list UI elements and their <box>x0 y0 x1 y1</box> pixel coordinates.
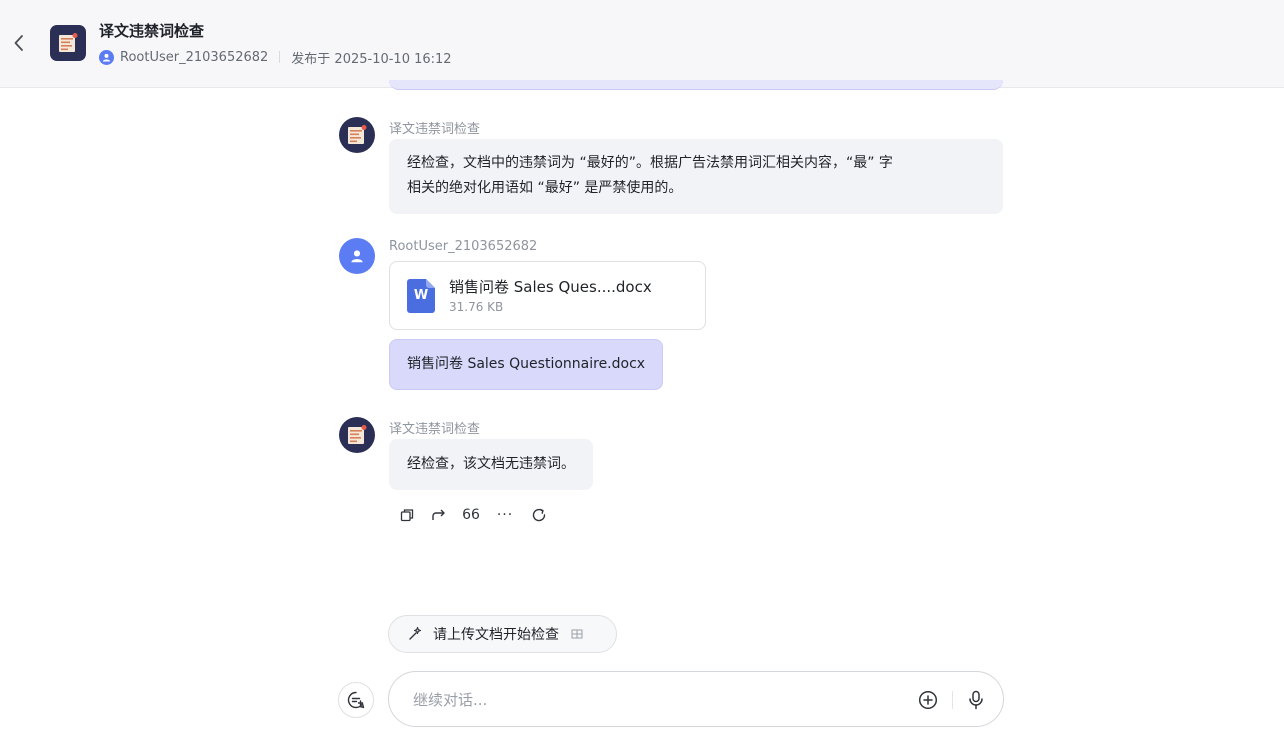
message-actions: 66 ··· <box>397 505 549 525</box>
publish-meta: RootUser_2103652682 发布于 2025-10-10 16:12 <box>99 48 452 67</box>
regenerate-button[interactable] <box>529 505 549 525</box>
plus-circle-icon <box>918 690 938 710</box>
previous-message-edge <box>389 80 1003 90</box>
bot-avatar <box>339 117 375 153</box>
document-check-icon <box>59 33 78 52</box>
bot-message-bubble: 经检查，该文档无违禁词。 <box>389 439 593 490</box>
upload-button[interactable] <box>917 689 939 711</box>
suggestion-label: 请上传文档开始检查 <box>433 627 559 643</box>
refresh-icon <box>532 508 546 522</box>
meta-divider <box>279 51 281 63</box>
author-name: RootUser_2103652682 <box>120 49 269 65</box>
bot-avatar <box>339 417 375 453</box>
document-check-icon <box>348 125 367 144</box>
copy-icon <box>400 509 414 522</box>
new-chat-button[interactable] <box>338 682 374 718</box>
chat-input-box <box>388 671 1004 727</box>
page-title: 译文违禁词检查 <box>99 22 205 40</box>
quote-button[interactable]: 66 <box>461 505 481 525</box>
user-avatar <box>339 238 375 274</box>
sparkle-icon <box>409 626 422 640</box>
file-size: 31.76 KB <box>449 300 504 314</box>
user-icon <box>99 49 114 65</box>
word-file-letter: W <box>413 288 429 303</box>
voice-input-button[interactable] <box>965 688 987 712</box>
suggestion-chip[interactable]: 请上传文档开始检查 <box>388 615 617 653</box>
message-sender: RootUser_2103652682 <box>389 239 538 254</box>
user-message-bubble: 销售问卷 Sales Questionnaire.docx <box>389 339 664 390</box>
chat-input[interactable] <box>413 688 893 712</box>
share-icon <box>432 509 445 520</box>
app-header: 译文违禁词检查 RootUser_2103652682 发布于 2025-10-… <box>0 0 1284 88</box>
document-check-icon <box>348 425 367 444</box>
message-sender: 译文违禁词检查 <box>389 122 481 137</box>
app-logo <box>50 25 86 61</box>
publish-date: 发布于 2025-10-10 16:12 <box>291 51 452 67</box>
message-text: 经检查，该文档无违禁词。 <box>407 456 575 472</box>
copy-button[interactable] <box>397 505 417 525</box>
message-text-line: 经检查，文档中的违禁词为 “最好的”。根据广告法禁用词汇相关内容，“最” 字 <box>407 155 893 171</box>
grid-icon <box>571 628 583 640</box>
file-name: 销售问卷 Sales Ques....docx <box>449 278 652 296</box>
back-button[interactable] <box>8 30 30 56</box>
message-sender: 译文违禁词检查 <box>389 422 481 437</box>
message-text-line: 相关的绝对化用语如 “最好” 是严禁使用的。 <box>407 180 683 196</box>
file-attachment-card[interactable]: W 销售问卷 Sales Ques....docx 31.76 KB <box>389 261 706 330</box>
chevron-left-icon <box>14 35 23 51</box>
new-chat-icon <box>347 691 365 709</box>
user-icon <box>351 250 363 263</box>
bot-message-bubble: 经检查，文档中的违禁词为 “最好的”。根据广告法禁用词汇相关内容，“最” 字 相… <box>389 139 1003 214</box>
message-text: 销售问卷 Sales Questionnaire.docx <box>407 356 646 372</box>
share-button[interactable] <box>429 505 449 525</box>
more-button[interactable]: ··· <box>495 505 515 525</box>
microphone-icon <box>969 690 983 710</box>
input-divider <box>952 691 953 709</box>
